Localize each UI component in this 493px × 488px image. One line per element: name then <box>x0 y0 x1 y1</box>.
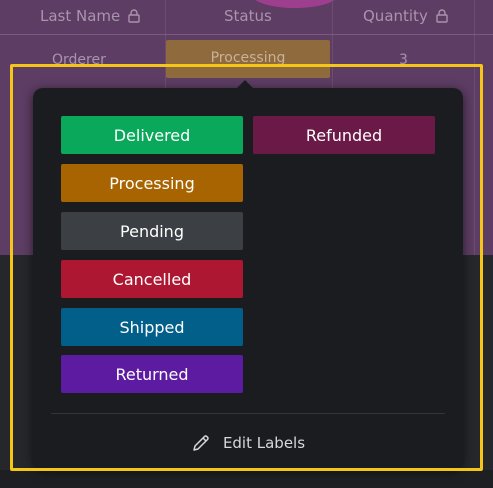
edit-labels-button[interactable]: Edit Labels <box>33 428 463 458</box>
label-option-shipped[interactable]: Shipped <box>61 308 243 346</box>
label-option-returned[interactable]: Returned <box>61 355 243 393</box>
bottom-strip <box>0 470 493 488</box>
label-option-cancelled[interactable]: Cancelled <box>61 260 243 298</box>
column-header-status[interactable]: Status <box>224 7 272 25</box>
pencil-icon <box>193 435 209 451</box>
lock-icon <box>436 9 448 23</box>
popover-arrow <box>236 80 254 89</box>
lock-icon <box>128 9 140 23</box>
edit-labels-text: Edit Labels <box>222 434 306 452</box>
column-header-quantity[interactable]: Quantity <box>363 7 448 25</box>
label-option-delivered[interactable]: Delivered <box>61 116 243 154</box>
cell-quantity[interactable]: 3 <box>399 52 408 68</box>
label-option-processing[interactable]: Processing <box>61 164 243 202</box>
cell-last-name[interactable]: Orderer <box>52 52 106 68</box>
cell-status-label: Processing <box>210 50 286 66</box>
label-option-refunded[interactable]: Refunded <box>253 116 435 154</box>
table-header: Last Name Status Quantity <box>0 0 493 35</box>
cell-status[interactable]: Processing <box>166 40 330 78</box>
status-labels-popover: Delivered Refunded Processing Pending Ca… <box>33 88 463 469</box>
popover-divider <box>51 413 445 414</box>
column-header-last-name[interactable]: Last Name <box>40 7 140 25</box>
label-option-pending[interactable]: Pending <box>61 212 243 250</box>
